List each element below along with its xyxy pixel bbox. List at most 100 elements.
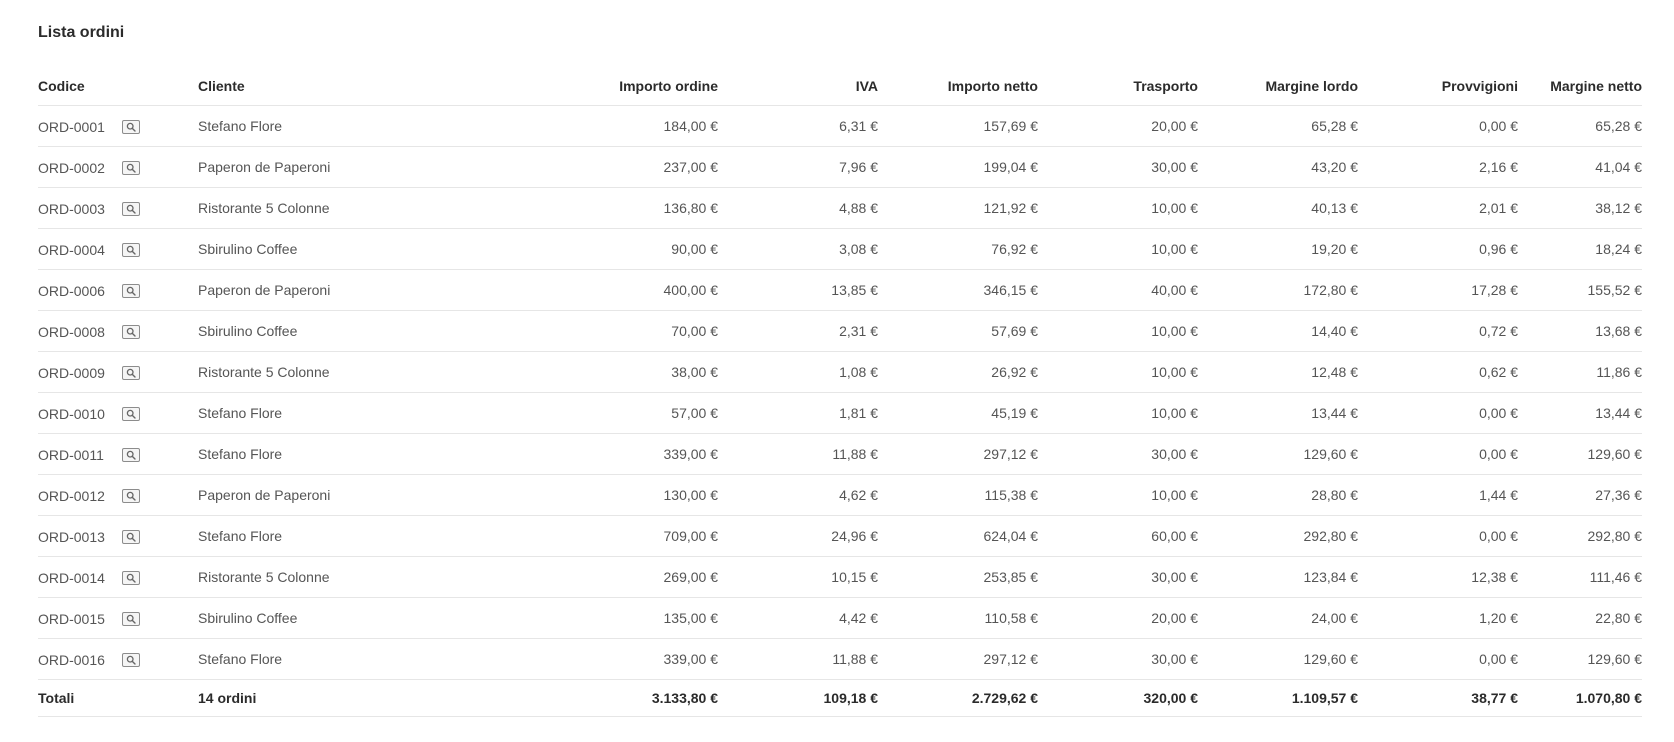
column-header-importo-netto: Importo netto <box>878 67 1038 106</box>
cell-importo-netto: 157,69 € <box>878 105 1038 147</box>
order-code: ORD-0001 <box>38 118 105 135</box>
cell-margine-netto: 155,52 € <box>1518 269 1642 311</box>
table-row: ORD-0009 Ristorante 5 Colonne 38,00 €1,08 … <box>38 351 1642 393</box>
cell-codice: ORD-0012 <box>38 474 198 516</box>
cell-margine-lordo: 24,00 € <box>1198 597 1358 639</box>
cell-margine-lordo: 14,40 € <box>1198 310 1358 352</box>
order-code: ORD-0010 <box>38 405 105 422</box>
cell-importo-netto: 346,15 € <box>878 269 1038 311</box>
cell-importo-netto: 115,38 € <box>878 474 1038 516</box>
cell-provvigioni: 17,28 € <box>1358 269 1518 311</box>
table-row: ORD-0004 Sbirulino Coffee 90,00 €3,08 €76,… <box>38 228 1642 270</box>
search-icon[interactable] <box>122 324 140 339</box>
cell-margine-netto: 13,44 € <box>1518 392 1642 434</box>
cell-importo-ordine: 130,00 € <box>398 474 718 516</box>
search-icon[interactable] <box>122 160 140 175</box>
cell-codice: ORD-0013 <box>38 515 198 557</box>
cell-margine-netto: 11,86 € <box>1518 351 1642 393</box>
cell-trasporto: 60,00 € <box>1038 515 1198 557</box>
order-code: ORD-0006 <box>38 282 105 299</box>
cell-iva: 2,31 € <box>718 310 878 352</box>
cell-importo-ordine: 400,00 € <box>398 269 718 311</box>
cell-codice: ORD-0016 <box>38 638 198 680</box>
cell-importo-netto: 121,92 € <box>878 187 1038 229</box>
column-header-margine-lordo: Margine lordo <box>1198 67 1358 106</box>
table-row: ORD-0002 Paperon de Paperoni 237,00 €7,96 … <box>38 146 1642 188</box>
column-header-cliente: Cliente <box>198 67 398 106</box>
search-icon[interactable] <box>122 119 140 134</box>
cell-margine-netto: 18,24 € <box>1518 228 1642 270</box>
cell-importo-netto: 76,92 € <box>878 228 1038 270</box>
cell-margine-netto: 38,12 € <box>1518 187 1642 229</box>
column-header-importo-ordine: Importo ordine <box>398 67 718 106</box>
cell-margine-netto: 129,60 € <box>1518 433 1642 475</box>
search-icon[interactable] <box>122 201 140 216</box>
order-code: ORD-0014 <box>38 569 105 586</box>
search-icon[interactable] <box>122 447 140 462</box>
cell-iva: 1,08 € <box>718 351 878 393</box>
search-icon[interactable] <box>122 242 140 257</box>
order-code: ORD-0016 <box>38 651 105 668</box>
cell-trasporto: 10,00 € <box>1038 474 1198 516</box>
search-icon[interactable] <box>122 529 140 544</box>
cell-importo-netto: 253,85 € <box>878 556 1038 598</box>
cell-codice: ORD-0010 <box>38 392 198 434</box>
cell-importo-ordine: 90,00 € <box>398 228 718 270</box>
cell-importo-ordine: 136,80 € <box>398 187 718 229</box>
cell-iva: 4,88 € <box>718 187 878 229</box>
cell-provvigioni: 0,00 € <box>1358 433 1518 475</box>
cell-importo-ordine: 709,00 € <box>398 515 718 557</box>
orders-table-body: ORD-0001 Stefano Flore 184,00 €6,31 €157,6… <box>38 105 1642 680</box>
totals-margine-netto: 1.070,80 € <box>1518 679 1642 717</box>
cell-trasporto: 40,00 € <box>1038 269 1198 311</box>
cell-codice: ORD-0003 <box>38 187 198 229</box>
cell-importo-netto: 45,19 € <box>878 392 1038 434</box>
cell-provvigioni: 0,72 € <box>1358 310 1518 352</box>
cell-cliente: Sbirulino Coffee <box>198 597 398 639</box>
cell-iva: 10,15 € <box>718 556 878 598</box>
cell-cliente: Ristorante 5 Colonne <box>198 351 398 393</box>
cell-codice: ORD-0008 <box>38 310 198 352</box>
search-icon[interactable] <box>122 488 140 503</box>
cell-provvigioni: 0,62 € <box>1358 351 1518 393</box>
cell-cliente: Stefano Flore <box>198 105 398 147</box>
cell-margine-netto: 292,80 € <box>1518 515 1642 557</box>
cell-codice: ORD-0014 <box>38 556 198 598</box>
cell-provvigioni: 2,01 € <box>1358 187 1518 229</box>
table-row: ORD-0006 Paperon de Paperoni 400,00 €13,85… <box>38 269 1642 311</box>
cell-iva: 4,42 € <box>718 597 878 639</box>
cell-trasporto: 10,00 € <box>1038 310 1198 352</box>
cell-margine-netto: 13,68 € <box>1518 310 1642 352</box>
cell-margine-netto: 27,36 € <box>1518 474 1642 516</box>
cell-trasporto: 20,00 € <box>1038 105 1198 147</box>
cell-margine-lordo: 129,60 € <box>1198 433 1358 475</box>
search-icon[interactable] <box>122 365 140 380</box>
table-row: ORD-0010 Stefano Flore 57,00 €1,81 €45,19 … <box>38 392 1642 434</box>
column-header-provvigioni: Provvigioni <box>1358 67 1518 106</box>
search-icon[interactable] <box>122 406 140 421</box>
cell-margine-lordo: 40,13 € <box>1198 187 1358 229</box>
cell-cliente: Ristorante 5 Colonne <box>198 187 398 229</box>
cell-iva: 1,81 € <box>718 392 878 434</box>
cell-codice: ORD-0001 <box>38 105 198 147</box>
order-code: ORD-0013 <box>38 528 105 545</box>
search-icon[interactable] <box>122 611 140 626</box>
order-code: ORD-0011 <box>38 446 104 463</box>
search-icon[interactable] <box>122 283 140 298</box>
cell-iva: 11,88 € <box>718 638 878 680</box>
cell-cliente: Stefano Flore <box>198 433 398 475</box>
cell-provvigioni: 1,20 € <box>1358 597 1518 639</box>
cell-iva: 7,96 € <box>718 146 878 188</box>
search-icon[interactable] <box>122 570 140 585</box>
totals-importo-ordine: 3.133,80 € <box>398 679 718 717</box>
totals-row: Totali 14 ordini 3.133,80 € 109,18 € 2.7… <box>38 679 1642 717</box>
totals-iva: 109,18 € <box>718 679 878 717</box>
search-icon[interactable] <box>122 652 140 667</box>
cell-margine-lordo: 43,20 € <box>1198 146 1358 188</box>
cell-cliente: Paperon de Paperoni <box>198 269 398 311</box>
table-header-row: Codice Cliente Importo ordine IVA Import… <box>38 67 1642 106</box>
cell-provvigioni: 0,00 € <box>1358 515 1518 557</box>
cell-margine-lordo: 12,48 € <box>1198 351 1358 393</box>
cell-cliente: Stefano Flore <box>198 515 398 557</box>
cell-margine-netto: 65,28 € <box>1518 105 1642 147</box>
